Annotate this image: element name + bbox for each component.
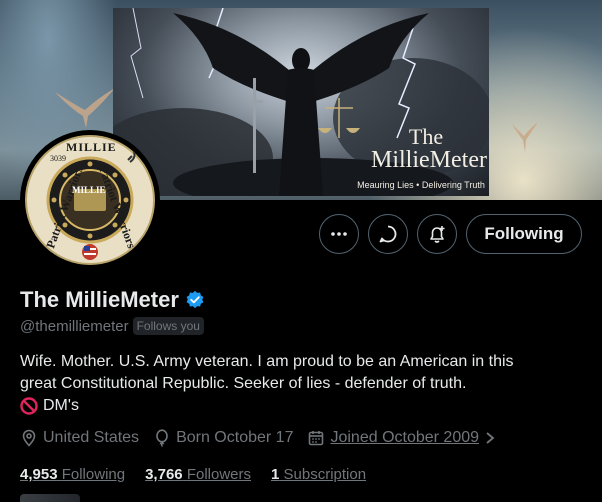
balloon-icon: [156, 429, 168, 447]
birthday-text: Born October 17: [176, 429, 294, 446]
followers-count: 3,766: [145, 466, 183, 483]
user-handle: @themilliemeter: [20, 317, 129, 335]
followers-stat[interactable]: 3,766 Followers: [145, 466, 251, 483]
bio-line-2: great Constitutional Republic. Seeker of…: [20, 375, 467, 392]
profile-bio: Wife. Mother. U.S. Army veteran. I am pr…: [20, 351, 580, 417]
chevron-right-icon[interactable]: [484, 431, 496, 445]
message-button[interactable]: [368, 214, 408, 254]
location-text: United States: [43, 429, 140, 446]
bird-right-icon: [512, 122, 538, 152]
banner-tagline: Meauring Lies • Delivering Truth: [357, 180, 485, 190]
bio-line-1: Wife. Mother. U.S. Army veteran. I am pr…: [20, 353, 514, 370]
following-stat[interactable]: 4,953 Following: [20, 466, 125, 483]
verified-badge-icon[interactable]: [185, 290, 205, 310]
location-pin-icon: [22, 429, 36, 447]
followers-stat-label: Followers: [186, 466, 251, 483]
subscriptions-stat[interactable]: 1 Subscription: [271, 466, 366, 483]
display-name-row: The MillieMeter: [20, 287, 205, 313]
profile-avatar[interactable]: MILLIE 3039 Patriot Warriors Patriot War…: [20, 130, 160, 270]
follows-you-badge: Follows you: [132, 317, 204, 335]
subscriptions-stat-label: Subscription: [283, 466, 367, 483]
following-stat-label: Following: [61, 466, 126, 483]
no-entry-icon: [20, 397, 38, 415]
avatar-number: 3039: [50, 154, 66, 163]
avatar-ring-top: MILLIE: [66, 140, 117, 154]
message-icon: [379, 225, 397, 243]
joined-text[interactable]: Joined October 2009: [330, 429, 479, 447]
avatar-ring-left: Patriot Warriors: [43, 164, 86, 251]
profile-meta-row: United States Born October 17 Joined Oct…: [20, 429, 510, 447]
notify-button[interactable]: [417, 214, 457, 254]
banner-artwork: The MillieMeter Meauring Lies • Deliveri…: [113, 8, 489, 196]
avatar-ring-right: Patriot Warriors: [96, 164, 139, 251]
profile-stats-row: 4,953 Following 3,766 Followers 1 Subscr…: [20, 466, 386, 483]
following-count: 4,953: [20, 466, 58, 483]
banner-title: The MillieMeter: [371, 124, 487, 173]
banner-title-the: The: [408, 124, 444, 149]
more-icon: [331, 232, 347, 236]
bird-left-icon: [55, 88, 115, 128]
more-button[interactable]: [319, 214, 359, 254]
display-name: The MillieMeter: [20, 287, 179, 312]
following-button[interactable]: Following: [466, 214, 582, 254]
location-item: United States: [20, 429, 139, 447]
bio-dm-text: DM's: [43, 397, 79, 414]
birthday-item: Born October 17: [153, 429, 293, 447]
followed-by-avatars: [20, 494, 80, 502]
joined-item[interactable]: Joined October 2009: [307, 429, 496, 447]
subscriptions-count: 1: [271, 466, 280, 483]
bell-plus-icon: [430, 226, 445, 243]
calendar-icon: [309, 431, 324, 446]
bio-line-3: DM's: [20, 395, 580, 417]
handle-row: @themilliemeter Follows you: [20, 317, 204, 335]
banner-title-name: MillieMeter: [371, 147, 487, 173]
avatar-center-text: MILLIE: [72, 185, 106, 195]
